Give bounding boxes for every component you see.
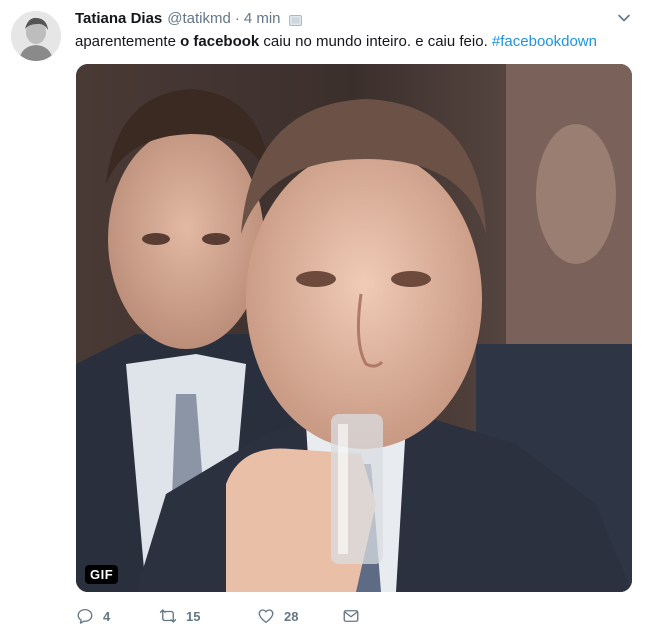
gif-badge: GIF (85, 565, 119, 584)
author-handle[interactable]: @tatikmd (167, 10, 231, 27)
retweet-icon (159, 609, 177, 623)
separator: · (234, 9, 240, 27)
tweet-text: aparentemente o facebook caiu no mundo i… (75, 32, 597, 52)
tweet-text-bold: o facebook (180, 33, 260, 50)
retweet-button[interactable]: 15 (159, 607, 257, 625)
retweet-count: 15 (186, 608, 201, 624)
avatar[interactable] (11, 11, 61, 61)
tweet[interactable]: Tatiana Dias @tatikmd · 4 min aparenteme… (0, 0, 647, 637)
tweet-text-mid: caiu no mundo inteiro. e caiu feio. (259, 33, 492, 50)
direct-message-button[interactable] (342, 607, 360, 625)
reply-button[interactable]: 4 (76, 607, 159, 625)
like-button[interactable]: 28 (257, 607, 342, 625)
tweet-header: Tatiana Dias @tatikmd · 4 min (75, 8, 302, 28)
hashtag-link[interactable]: #facebookdown (492, 33, 597, 50)
gif-image (76, 64, 632, 592)
reply-count: 4 (103, 608, 111, 624)
tweet-actions: 4 15 28 (76, 604, 360, 628)
author-name[interactable]: Tatiana Dias (75, 10, 162, 27)
like-count: 28 (284, 608, 299, 624)
avatar-image (11, 11, 61, 61)
chevron-down-icon[interactable] (616, 10, 632, 26)
gif-media[interactable]: GIF (76, 64, 632, 592)
heart-icon (258, 609, 274, 624)
reply-icon (77, 608, 93, 624)
timestamp[interactable]: 4 min (244, 10, 281, 27)
mobile-device-icon (288, 13, 302, 26)
tweet-text-prefix: aparentemente (75, 33, 181, 50)
envelope-icon (343, 610, 359, 622)
